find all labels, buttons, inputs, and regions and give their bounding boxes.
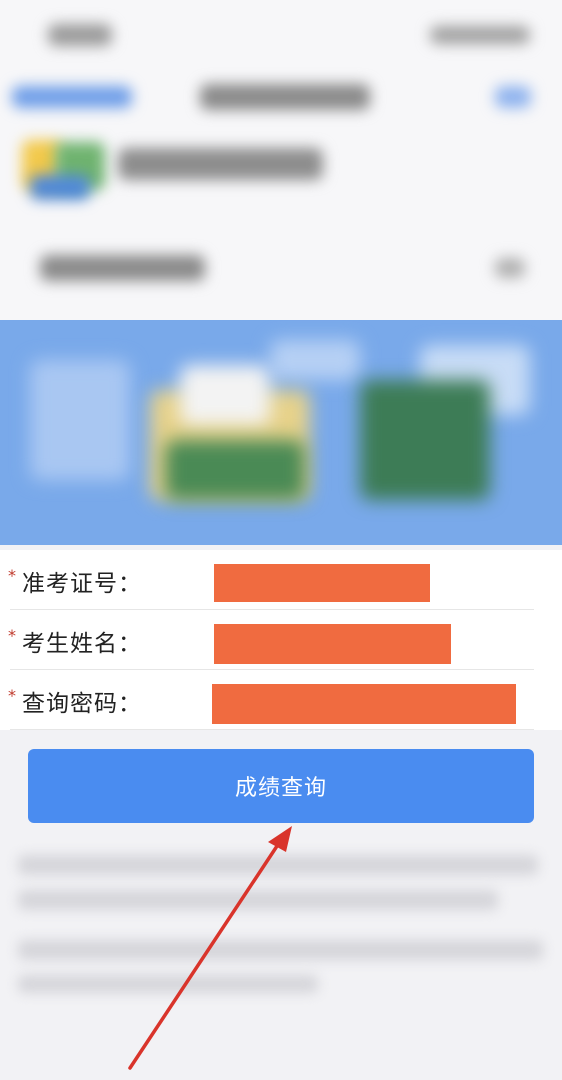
section-title-blurred xyxy=(40,255,205,281)
blurred-text-line xyxy=(18,855,538,875)
password-label: 查询密码： xyxy=(22,691,142,717)
blurred-text-line xyxy=(18,940,543,960)
chevron-icon-blurred xyxy=(495,258,525,278)
banner-shape xyxy=(30,360,130,480)
site-logo-blurred-part xyxy=(30,175,90,200)
site-name-blurred xyxy=(118,148,323,180)
required-mark: * xyxy=(8,626,16,645)
banner-shape xyxy=(360,380,490,500)
status-bar-time-blurred xyxy=(48,24,112,46)
form-row-password: * 查询密码： xyxy=(0,670,562,730)
blurred-header-region xyxy=(0,0,562,320)
form-row-name: * 考生姓名： xyxy=(0,610,562,670)
required-mark: * xyxy=(8,566,16,585)
status-bar-icons-blurred xyxy=(430,26,530,44)
name-input-redacted[interactable] xyxy=(214,624,451,664)
banner-shape xyxy=(180,365,270,425)
blurred-text-line xyxy=(18,975,318,993)
required-mark: * xyxy=(8,686,16,705)
nav-more-button-blurred[interactable] xyxy=(495,86,531,108)
banner-shape xyxy=(270,340,360,380)
form-row-exam-id: * 准考证号： xyxy=(0,550,562,610)
score-query-button[interactable]: 成绩查询 xyxy=(28,749,534,823)
exam-id-label: 准考证号： xyxy=(22,571,142,597)
score-query-form: * 准考证号： * 考生姓名： * 查询密码： xyxy=(0,550,562,730)
blurred-text-line xyxy=(18,890,498,910)
nav-title-blurred xyxy=(200,84,370,110)
divider xyxy=(10,729,534,730)
password-input-redacted[interactable] xyxy=(212,684,516,724)
nav-back-button-blurred[interactable] xyxy=(12,86,132,108)
exam-id-input-redacted[interactable] xyxy=(214,564,430,602)
name-label: 考生姓名： xyxy=(22,631,142,657)
banner-shape xyxy=(165,440,305,500)
banner-image xyxy=(0,320,562,545)
blurred-footer-text xyxy=(0,830,562,1080)
